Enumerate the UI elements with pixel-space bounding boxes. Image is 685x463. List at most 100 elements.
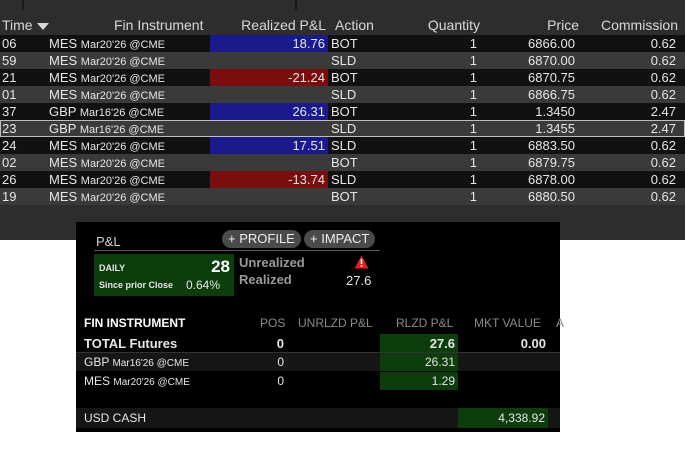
col-header-overflow[interactable]: A: [556, 316, 564, 330]
trade-symbol: MES: [49, 36, 78, 51]
trade-action: BOT: [331, 104, 358, 119]
unrealized-label: Unrealized: [239, 255, 305, 270]
trade-row[interactable]: 19 MES Mar20'26 @CME BOT 1 6880.50 0.62: [0, 188, 685, 205]
daily-pnl-box: DAILY 28 Since prior Close 0.64%: [94, 254, 234, 296]
trade-realized-pnl: 17.51: [210, 137, 328, 154]
trade-instrument: MES Mar20'26 @CME: [49, 138, 165, 153]
trade-time: 06: [2, 36, 17, 51]
trade-realized-pnl: -13.74: [210, 171, 328, 188]
trades-table: Time Fin Instrument Realized P&L Action …: [0, 0, 685, 240]
trade-commission: 2.47: [650, 104, 676, 119]
column-header-commission[interactable]: Commission: [590, 17, 678, 33]
trade-action: SLD: [331, 172, 357, 187]
trade-symbol: MES: [49, 87, 78, 102]
pnl-panel-title: P&L: [96, 234, 121, 249]
cash-amount: 4,338.92: [458, 408, 548, 428]
warning-icon[interactable]: [354, 255, 369, 269]
trade-instrument: MES Mar20'26 @CME: [49, 53, 165, 68]
position-expiry: Mar20'26 @CME: [113, 377, 190, 388]
trade-quantity: 1: [469, 155, 477, 170]
trade-row[interactable]: 21 MES Mar20'26 @CME -21.24 BOT 1 6870.75 0.62: [0, 69, 685, 86]
trade-price: 6883.50: [528, 138, 575, 153]
profile-button[interactable]: + PROFILE: [222, 230, 301, 248]
trade-action: BOT: [331, 70, 358, 85]
trade-price: 1.3455: [535, 121, 575, 136]
position-symbol: MES: [84, 374, 111, 388]
trade-symbol: MES: [49, 189, 78, 204]
trade-row[interactable]: 24 MES Mar20'26 @CME 17.51 SLD 1 6883.50 0.62: [0, 137, 685, 154]
position-pos: 0: [277, 355, 284, 369]
column-separator: [295, 0, 297, 10]
trade-realized-pnl: 26.31: [210, 103, 328, 120]
position-row[interactable]: MES Mar20'26 @CME 0 1.29: [76, 372, 560, 390]
plus-icon: +: [310, 231, 322, 246]
trade-row[interactable]: 23 GBP Mar16'26 @CME SLD 1 1.3455 2.47: [0, 120, 685, 137]
column-separator: [22, 0, 24, 10]
profile-button-label: PROFILE: [239, 231, 295, 246]
cash-label: USD CASH: [84, 411, 147, 425]
trade-row[interactable]: 02 MES Mar20'26 @CME BOT 1 6879.75 0.62: [0, 154, 685, 171]
usd-cash-row[interactable]: USD CASH 4,338.92: [76, 408, 560, 428]
trade-realized-pnl: -21.24: [210, 69, 328, 86]
trade-quantity: 1: [469, 87, 477, 102]
total-futures-mkt-value: 0.00: [520, 336, 546, 351]
column-header-action[interactable]: Action: [335, 17, 374, 33]
trade-expiry: Mar16'26 @CME: [79, 107, 165, 119]
trade-price: 1.3450: [535, 104, 575, 119]
trade-commission: 2.47: [650, 121, 676, 136]
daily-label: DAILY: [99, 263, 126, 273]
column-header-price[interactable]: Price: [500, 17, 579, 33]
divider: [94, 250, 380, 251]
daily-value: 28: [211, 257, 230, 276]
position-rlzd: 26.31: [380, 353, 458, 371]
total-futures-row[interactable]: TOTAL Futures 0 27.6 0.00: [76, 334, 560, 352]
trade-symbol: MES: [49, 53, 78, 68]
trade-commission: 0.62: [650, 155, 676, 170]
position-expiry: Mar16'26 @CME: [112, 358, 189, 369]
column-header-quantity[interactable]: Quantity: [400, 17, 480, 33]
trade-expiry: Mar20'26 @CME: [80, 141, 165, 153]
trade-instrument: MES Mar20'26 @CME: [49, 36, 165, 51]
trade-symbol: MES: [49, 172, 78, 187]
trade-time: 37: [2, 104, 17, 119]
position-row[interactable]: GBP Mar16'26 @CME 0 26.31: [76, 353, 560, 371]
trade-commission: 0.62: [650, 70, 676, 85]
col-header-fin-instrument[interactable]: FIN INSTRUMENT: [84, 316, 185, 330]
column-header-instrument[interactable]: Fin Instrument: [114, 17, 203, 33]
col-header-pos[interactable]: POS: [260, 316, 285, 330]
column-header-realized-pnl[interactable]: Realized P&L: [226, 17, 326, 33]
trade-price: 6879.75: [528, 155, 575, 170]
column-header-time[interactable]: Time: [2, 17, 49, 33]
position-instrument: MES Mar20'26 @CME: [84, 374, 190, 388]
trade-price: 6866.75: [528, 87, 575, 102]
position-pos: 0: [277, 374, 284, 388]
trade-time: 02: [2, 155, 17, 170]
top-bar: [0, 0, 685, 10]
trade-time: 01: [2, 87, 17, 102]
trades-header-row: Time Fin Instrument Realized P&L Action …: [0, 15, 685, 35]
since-prior-close-pct: 0.64%: [185, 278, 220, 292]
trade-commission: 0.62: [650, 36, 676, 51]
trade-expiry: Mar20'26 @CME: [80, 39, 165, 51]
total-futures-name: TOTAL Futures: [84, 336, 178, 351]
trade-instrument: MES Mar20'26 @CME: [49, 87, 165, 102]
impact-button[interactable]: + IMPACT: [304, 230, 376, 248]
trade-commission: 0.62: [650, 172, 676, 187]
trade-realized-pnl: [210, 154, 328, 171]
trade-action: BOT: [331, 189, 358, 204]
col-header-mkt-value[interactable]: MKT VALUE: [474, 316, 541, 330]
trade-time: 59: [2, 53, 17, 68]
sort-descending-icon: [36, 22, 49, 30]
trade-quantity: 1: [469, 172, 477, 187]
trade-quantity: 1: [469, 121, 477, 136]
trade-price: 6880.50: [528, 189, 575, 204]
trade-row[interactable]: 37 GBP Mar16'26 @CME 26.31 BOT 1 1.3450 2.47: [0, 103, 685, 120]
trade-row[interactable]: 06 MES Mar20'26 @CME 18.76 BOT 1 6866.00 0.62: [0, 35, 685, 52]
trade-row[interactable]: 01 MES Mar20'26 @CME SLD 1 6866.75 0.62: [0, 86, 685, 103]
trade-instrument: MES Mar20'26 @CME: [49, 172, 165, 187]
trade-row[interactable]: 26 MES Mar20'26 @CME -13.74 SLD 1 6878.00 0.62: [0, 171, 685, 188]
trade-row[interactable]: 59 MES Mar20'26 @CME SLD 1 6870.00 0.62: [0, 52, 685, 69]
col-header-unrlzd-pnl[interactable]: UNRLZD P&L: [298, 316, 373, 330]
col-header-rlzd-pnl[interactable]: RLZD P&L: [396, 316, 453, 330]
trade-price: 6870.00: [528, 53, 575, 68]
